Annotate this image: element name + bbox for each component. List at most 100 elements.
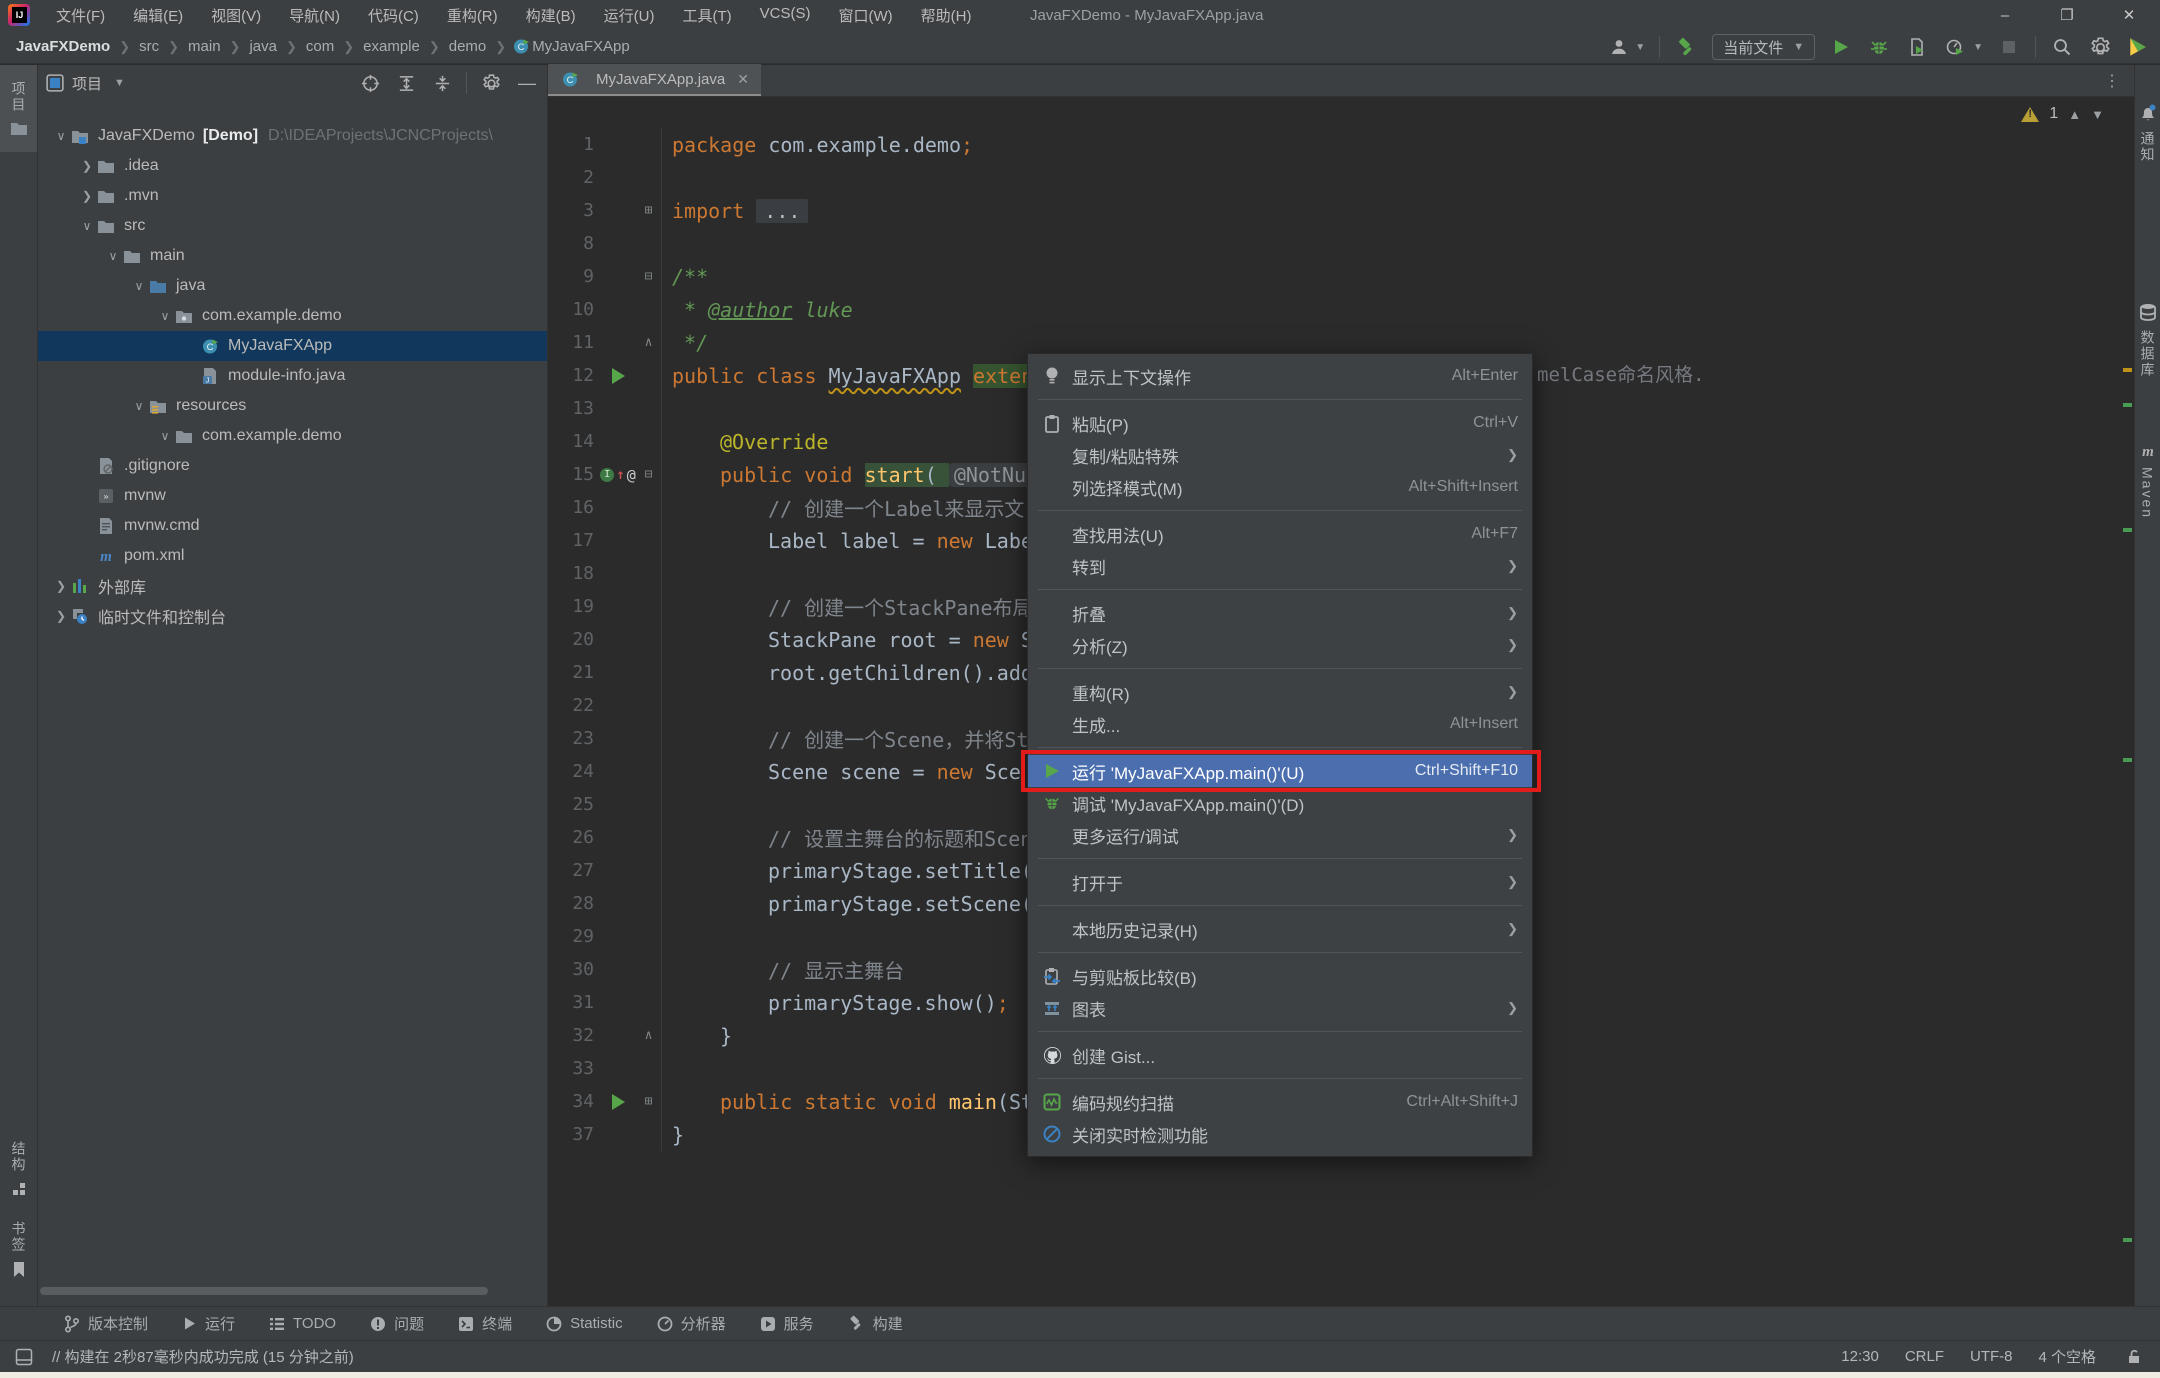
editor-scrollbar[interactable] (2120, 98, 2134, 1306)
lock-icon[interactable] (2122, 1345, 2146, 1369)
tool-stripe-button-项目[interactable]: 项目 (0, 73, 37, 144)
chevron-down-icon[interactable]: ∨ (78, 219, 96, 233)
caret-position[interactable]: 12:30 (1841, 1348, 1879, 1365)
fold-marker-icon[interactable]: ⊞ (636, 1085, 662, 1118)
build-hammer-icon[interactable] (1674, 35, 1698, 59)
menu-item-图表[interactable]: 图表❯ (1028, 992, 1532, 1024)
expand-all-icon[interactable] (394, 71, 418, 95)
user-account-icon[interactable] (1607, 35, 1631, 59)
menu-item-运行 'MyJavaFXApp.main()'(U)[interactable]: 运行 'MyJavaFXApp.main()'(U)Ctrl+Shift+F10 (1028, 755, 1532, 787)
menu-item-折叠[interactable]: 折叠❯ (1028, 597, 1532, 629)
hide-panel-icon[interactable]: — (515, 71, 539, 95)
menu-item-列选择模式(M)[interactable]: 列选择模式(M)Alt+Shift+Insert (1028, 471, 1532, 503)
menu-item-更多运行/调试[interactable]: 更多运行/调试❯ (1028, 819, 1532, 851)
breadcrumb-item-4[interactable]: com (304, 38, 336, 55)
menu-item-打开于[interactable]: 打开于❯ (1028, 866, 1532, 898)
tree-item-mvnw.cmd[interactable]: mvnw.cmd (38, 511, 547, 541)
chevron-down-icon[interactable]: ∨ (52, 129, 70, 143)
vcs-stripe-mark[interactable] (2123, 1238, 2132, 1242)
tree-item-mvnw[interactable]: »mvnw (38, 481, 547, 511)
indent-setting[interactable]: 4 个空格 (2038, 1346, 2096, 1367)
toolwindow-button-终端[interactable]: 终端 (458, 1313, 512, 1334)
run-gutter-icon[interactable] (600, 1094, 636, 1110)
tree-item-JavaFXDemo[interactable]: ∨JavaFXDemo[Demo]D:\IDEAProjects\JCNCPro… (38, 121, 547, 151)
status-message[interactable]: // 构建在 2秒87毫秒内成功完成 (15 分钟之前) (52, 1346, 354, 1367)
menu-item-调试 'MyJavaFXApp.main()'(D)[interactable]: 调试 'MyJavaFXApp.main()'(D) (1028, 787, 1532, 819)
run-with-coverage-button[interactable] (1905, 35, 1929, 59)
chevron-down-icon[interactable]: ∨ (104, 249, 122, 263)
user-dropdown-caret[interactable]: ▼ (1635, 42, 1645, 53)
minimize-button[interactable]: – (1974, 0, 2036, 30)
menu-item-编码规约扫描[interactable]: 编码规约扫描Ctrl+Alt+Shift+J (1028, 1086, 1532, 1118)
search-everywhere-icon[interactable] (2050, 35, 2074, 59)
breadcrumb-item-2[interactable]: main (186, 38, 223, 55)
tree-item-resources[interactable]: ∨resources (38, 391, 547, 421)
toolwindow-button-运行[interactable]: 运行 (182, 1313, 235, 1334)
chevron-right-icon[interactable]: ❯ (52, 579, 70, 593)
warning-stripe-mark[interactable] (2123, 368, 2132, 372)
debug-button[interactable] (1867, 35, 1891, 59)
menu-item-复制/粘贴特殊[interactable]: 复制/粘贴特殊❯ (1028, 439, 1532, 471)
tree-item-com.example.demo[interactable]: ∨com.example.demo (38, 421, 547, 451)
breadcrumb-item-0[interactable]: JavaFXDemo (14, 38, 112, 55)
tree-item-module-info.java[interactable]: Jmodule-info.java (38, 361, 547, 391)
vcs-stripe-mark[interactable] (2123, 403, 2132, 407)
menubar-item-0[interactable]: 文件(F) (44, 1, 117, 30)
tab-options-kebab-icon[interactable]: ⋮ (2104, 71, 2120, 91)
menubar-item-8[interactable]: 工具(T) (670, 1, 743, 30)
tree-item-pom.xml[interactable]: mpom.xml (38, 541, 547, 571)
tree-item-外部库[interactable]: ❯外部库 (38, 571, 547, 601)
tree-item-.gitignore[interactable]: .gitignore (38, 451, 547, 481)
tree-item-MyJavaFXApp[interactable]: CMyJavaFXApp (38, 331, 547, 361)
menubar-item-5[interactable]: 重构(R) (435, 1, 510, 30)
chevron-down-icon[interactable]: ∨ (156, 309, 174, 323)
run-button[interactable] (1829, 35, 1853, 59)
tree-item-main[interactable]: ∨main (38, 241, 547, 271)
toolwindow-button-TODO[interactable]: TODO (269, 1315, 336, 1332)
chevron-down-icon[interactable]: ∨ (130, 279, 148, 293)
locate-file-icon[interactable] (358, 71, 382, 95)
override-gutter-icon[interactable]: I↑@ (600, 466, 636, 484)
menu-item-重构(R)[interactable]: 重构(R)❯ (1028, 676, 1532, 708)
menu-item-创建 Gist...[interactable]: 创建 Gist... (1028, 1039, 1532, 1071)
panel-options-gear-icon[interactable] (479, 71, 503, 95)
fold-marker-icon[interactable]: ∧ (636, 326, 662, 359)
chevron-right-icon[interactable]: ❯ (78, 159, 96, 173)
toolwindow-button-分析器[interactable]: 分析器 (657, 1313, 726, 1334)
toolwindow-button-服务[interactable]: 服务 (760, 1313, 814, 1334)
fold-marker-icon[interactable]: ⊞ (636, 194, 662, 227)
tree-item-临时文件和控制台[interactable]: ❯临时文件和控制台 (38, 601, 547, 631)
tree-item-src[interactable]: ∨src (38, 211, 547, 241)
tree-item-java[interactable]: ∨java (38, 271, 547, 301)
menubar-item-2[interactable]: 视图(V) (199, 1, 273, 30)
menu-item-粘贴(P)[interactable]: 粘贴(P)Ctrl+V (1028, 407, 1532, 439)
tree-item-.mvn[interactable]: ❯.mvn (38, 181, 547, 211)
profiler-dropdown-caret[interactable]: ▼ (1973, 42, 1983, 53)
tool-stripe-button-结构[interactable]: 结构 (0, 1133, 37, 1205)
breadcrumb-item-3[interactable]: java (247, 38, 279, 55)
toolwindow-button-Statistic[interactable]: Statistic (546, 1315, 623, 1332)
breadcrumb-item-5[interactable]: example (361, 38, 422, 55)
chevron-down-icon[interactable]: ∨ (156, 429, 174, 443)
settings-gear-icon[interactable] (2088, 35, 2112, 59)
restore-button[interactable]: ❐ (2036, 0, 2098, 30)
menu-item-显示上下文操作[interactable]: 显示上下文操作Alt+Enter (1028, 360, 1532, 392)
collapse-all-icon[interactable] (430, 71, 454, 95)
file-encoding[interactable]: UTF-8 (1970, 1348, 2013, 1365)
project-view-select[interactable]: 项目 ▼ (46, 73, 125, 94)
tree-item-.idea[interactable]: ❯.idea (38, 151, 547, 181)
run-configuration-select[interactable]: 当前文件 ▼ (1712, 34, 1815, 60)
menubar-item-3[interactable]: 导航(N) (277, 1, 352, 30)
menubar-item-1[interactable]: 编辑(E) (121, 1, 195, 30)
tab-close-icon[interactable]: ✕ (737, 71, 749, 88)
fold-marker-icon[interactable]: ⊟ (636, 458, 662, 491)
close-button[interactable]: ✕ (2098, 0, 2160, 30)
menubar-item-10[interactable]: 窗口(W) (826, 1, 904, 30)
toolwindow-button-构建[interactable]: 构建 (848, 1313, 903, 1334)
chevron-right-icon[interactable]: ❯ (78, 189, 96, 203)
menubar-item-9[interactable]: VCS(S) (748, 1, 823, 30)
menu-item-与剪贴板比较(B)[interactable]: 与剪贴板比较(B) (1028, 960, 1532, 992)
menu-item-关闭实时检测功能[interactable]: 关闭实时检测功能 (1028, 1118, 1532, 1150)
tool-window-toggle-icon[interactable] (12, 1345, 36, 1369)
tool-stripe-button-书签[interactable]: 书签 (0, 1213, 37, 1286)
